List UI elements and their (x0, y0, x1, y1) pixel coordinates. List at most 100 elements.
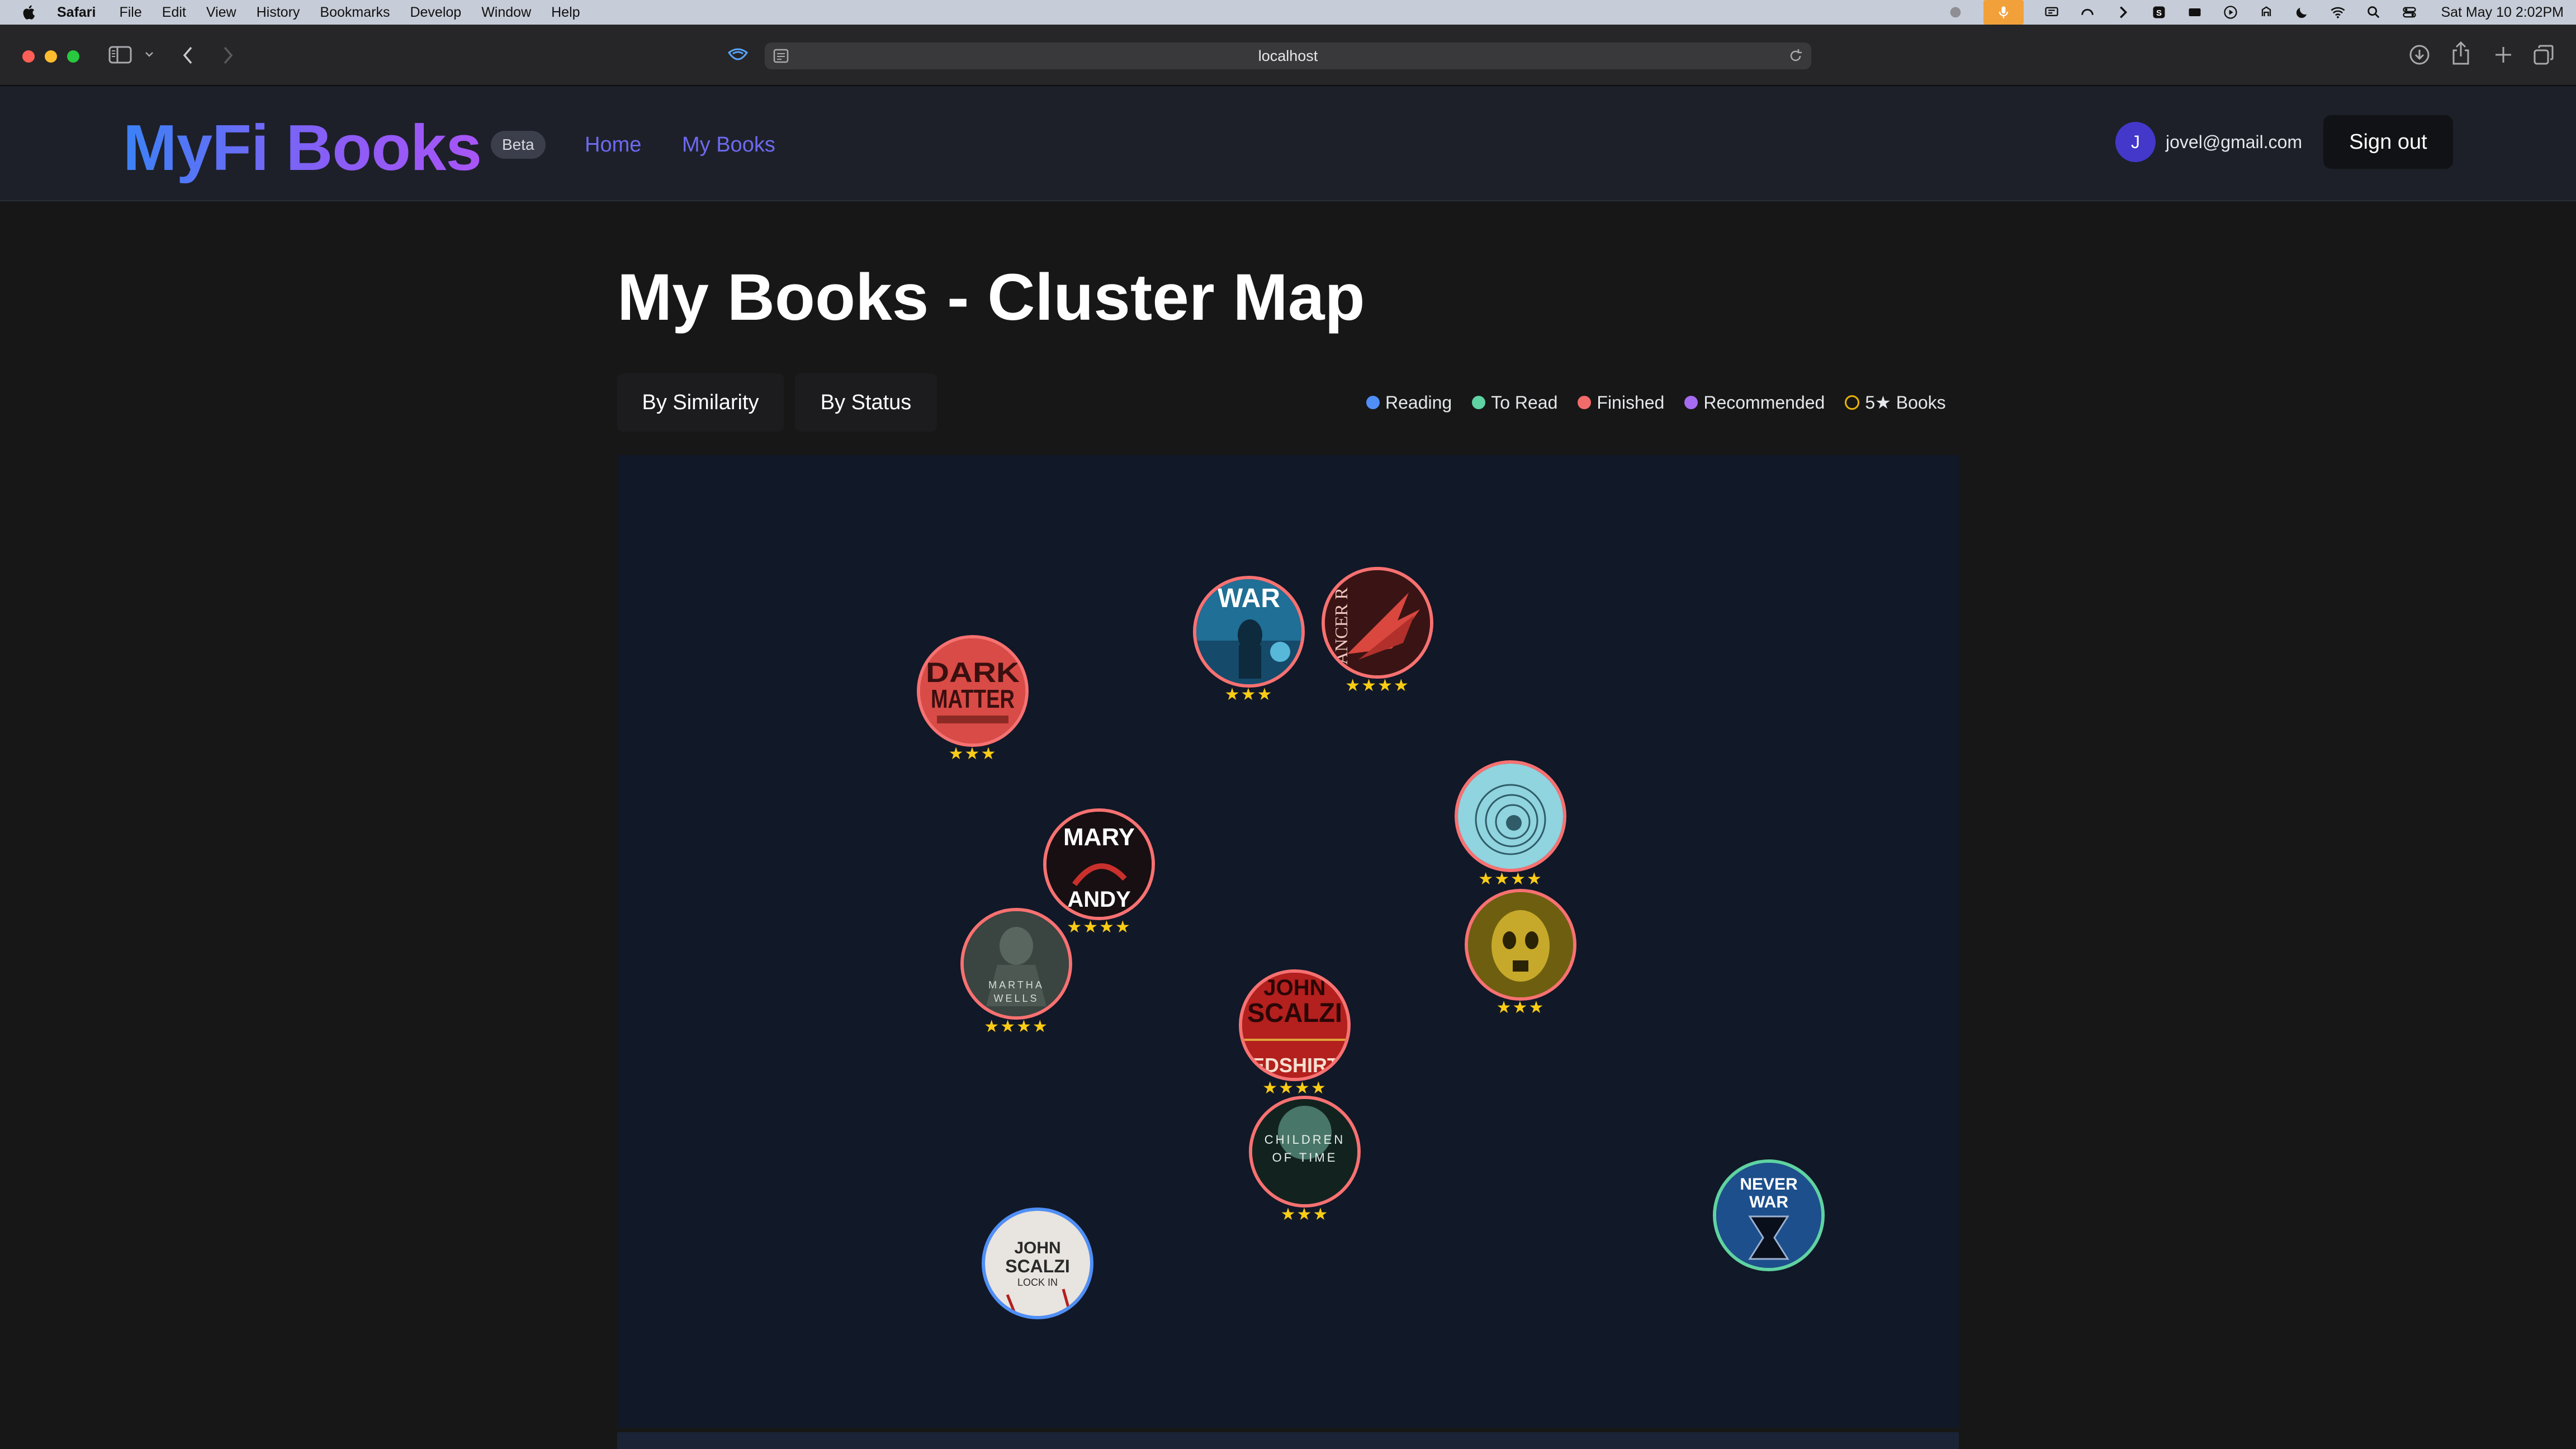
svg-text:S: S (2156, 8, 2162, 18)
reload-icon[interactable] (1788, 48, 1803, 64)
book-node-redshirts[interactable]: JOHN SCALZI REDSHIRTS ★★★★ (1239, 969, 1351, 1097)
window-zoom-button[interactable] (67, 50, 79, 63)
menu-develop[interactable]: Develop (410, 4, 461, 21)
control-center-icon[interactable] (2402, 4, 2417, 20)
star-rating: ★★★★ (1345, 676, 1410, 695)
wifi-icon[interactable] (2330, 4, 2346, 20)
book-node-spiral[interactable]: ★★★★ (1455, 760, 1566, 888)
status-legend: Reading To Read Finished Recommended 5★ … (1366, 391, 1946, 414)
menu-history[interactable]: History (257, 4, 300, 21)
svg-text:ANDY: ANDY (1067, 887, 1131, 912)
new-tab-icon[interactable] (2493, 45, 2513, 65)
book-node-mary-andy[interactable]: MARY ANDY ★★★★ (1043, 808, 1155, 936)
microphone-icon[interactable] (1983, 0, 2024, 25)
screen-share-icon[interactable] (2044, 4, 2059, 20)
macos-menu-bar: Safari File Edit View History Bookmarks … (0, 0, 2576, 25)
by-similarity-button[interactable]: By Similarity (617, 373, 784, 432)
browser-toolbar: localhost (0, 25, 2576, 86)
svg-text:CHILDREN: CHILDREN (1265, 1133, 1345, 1147)
book-cover: MARY ANDY (1043, 808, 1155, 920)
legend-recommended: Recommended (1684, 392, 1825, 413)
spotlight-search-icon[interactable] (2366, 4, 2381, 20)
legend-to-read: To Read (1472, 392, 1557, 413)
by-status-button[interactable]: By Status (795, 373, 937, 432)
star-rating: ★★★ (1496, 998, 1545, 1017)
svg-text:OF TIME: OF TIME (1272, 1150, 1338, 1164)
url-text: localhost (1258, 47, 1318, 64)
star-rating: ★★★★ (984, 1017, 1049, 1036)
cluster-map[interactable]: DARK MATTER ★★★ WAR ★★★ ANCER R ★★★★ ★★★… (617, 455, 1959, 1428)
app-header: MyFi Books Beta Home My Books J jovel@gm… (0, 86, 2576, 201)
star-rating: ★★★ (948, 745, 997, 763)
legend-label: 5★ Books (1865, 392, 1946, 413)
svg-text:NEVER: NEVER (1740, 1175, 1798, 1194)
user-email: jovel@gmail.com (2166, 132, 2303, 152)
address-bar[interactable]: localhost (765, 42, 1811, 69)
page-settings-icon[interactable] (773, 48, 789, 64)
moon-icon[interactable] (2294, 4, 2310, 20)
book-cover: CHILDREN OF TIME (1249, 1096, 1361, 1208)
menu-view[interactable]: View (206, 4, 236, 21)
book-node-dancer-wings[interactable]: ANCER R ★★★★ (1322, 567, 1433, 695)
book-cover (1465, 889, 1576, 1001)
legend-dot (1684, 396, 1698, 409)
s-app-icon[interactable]: S (2151, 4, 2167, 20)
extension-icon[interactable] (2258, 4, 2274, 20)
legend-ring (1845, 395, 1860, 410)
book-cover: DARK MATTER (917, 635, 1029, 747)
menu-bar-clock[interactable]: Sat May 10 2:02PM (2441, 4, 2564, 21)
menu-bar-status-area: S Sat May 10 2:02PM (1948, 0, 2564, 25)
star-rating: ★★★★ (1262, 1079, 1327, 1097)
book-cover: ANCER R (1322, 567, 1433, 679)
nav-home-link[interactable]: Home (585, 130, 641, 160)
svg-text:SCALZI: SCALZI (1005, 1256, 1070, 1276)
legend-dot (1366, 396, 1380, 409)
star-rating: ★★★★ (1478, 870, 1543, 888)
book-node-martha-wells[interactable]: MARTHA WELLS ★★★★ (960, 908, 1072, 1036)
sign-out-button[interactable]: Sign out (2323, 115, 2453, 169)
tab-overview-icon[interactable] (2532, 44, 2555, 66)
window-close-button[interactable] (22, 50, 35, 63)
back-icon[interactable] (181, 45, 195, 66)
menu-window[interactable]: Window (481, 4, 531, 21)
book-node-lock-in[interactable]: JOHN SCALZI LOCK IN (982, 1208, 1093, 1319)
menu-file[interactable]: File (119, 4, 141, 21)
app-logo[interactable]: MyFi Books (123, 108, 482, 187)
book-node-never-war[interactable]: NEVER WAR (1713, 1159, 1825, 1271)
keyboard-icon[interactable] (2187, 4, 2203, 20)
book-cover: JOHN SCALZI REDSHIRTS (1239, 969, 1351, 1081)
menu-help[interactable]: Help (551, 4, 580, 21)
downloads-icon[interactable] (2408, 44, 2431, 66)
menu-app-safari[interactable]: Safari (57, 4, 96, 21)
svg-text:JOHN: JOHN (1014, 1239, 1060, 1257)
star-rating: ★★★ (1224, 685, 1273, 704)
svg-text:DARK: DARK (926, 657, 1020, 688)
forward-icon[interactable] (221, 45, 235, 66)
window-minimize-button[interactable] (45, 50, 57, 63)
legend-dot (1472, 396, 1486, 409)
privacy-shield-icon[interactable] (727, 47, 749, 64)
share-icon[interactable] (2451, 41, 2471, 66)
creative-cloud-icon[interactable] (2080, 4, 2095, 20)
svg-text:MARY: MARY (1063, 823, 1135, 851)
avatar[interactable]: J (2115, 122, 2156, 162)
book-node-golden-mask[interactable]: ★★★ (1465, 889, 1576, 1017)
menu-bookmarks[interactable]: Bookmarks (320, 4, 390, 21)
svg-text:JOHN: JOHN (1263, 976, 1325, 1000)
apple-logo-icon[interactable] (21, 4, 38, 21)
nav-my-books-link[interactable]: My Books (682, 130, 775, 160)
sidebar-toggle-icon[interactable] (108, 46, 132, 64)
play-icon[interactable] (2223, 4, 2238, 20)
chevron-down-icon[interactable] (144, 49, 154, 59)
record-indicator-icon[interactable] (1948, 4, 1963, 20)
book-node-children-of-time[interactable]: CHILDREN OF TIME ★★★ (1249, 1096, 1361, 1224)
legend-label: To Read (1491, 392, 1558, 413)
book-cover: JOHN SCALZI LOCK IN (982, 1208, 1093, 1319)
menu-edit[interactable]: Edit (162, 4, 186, 21)
legend-five-star: 5★ Books (1845, 392, 1946, 413)
legend-label: Finished (1597, 392, 1665, 413)
legend-label: Recommended (1703, 392, 1825, 413)
book-node-war[interactable]: WAR ★★★ (1193, 576, 1305, 704)
chevron-app-icon[interactable] (2115, 4, 2131, 20)
book-node-dark-matter[interactable]: DARK MATTER ★★★ (917, 635, 1029, 763)
